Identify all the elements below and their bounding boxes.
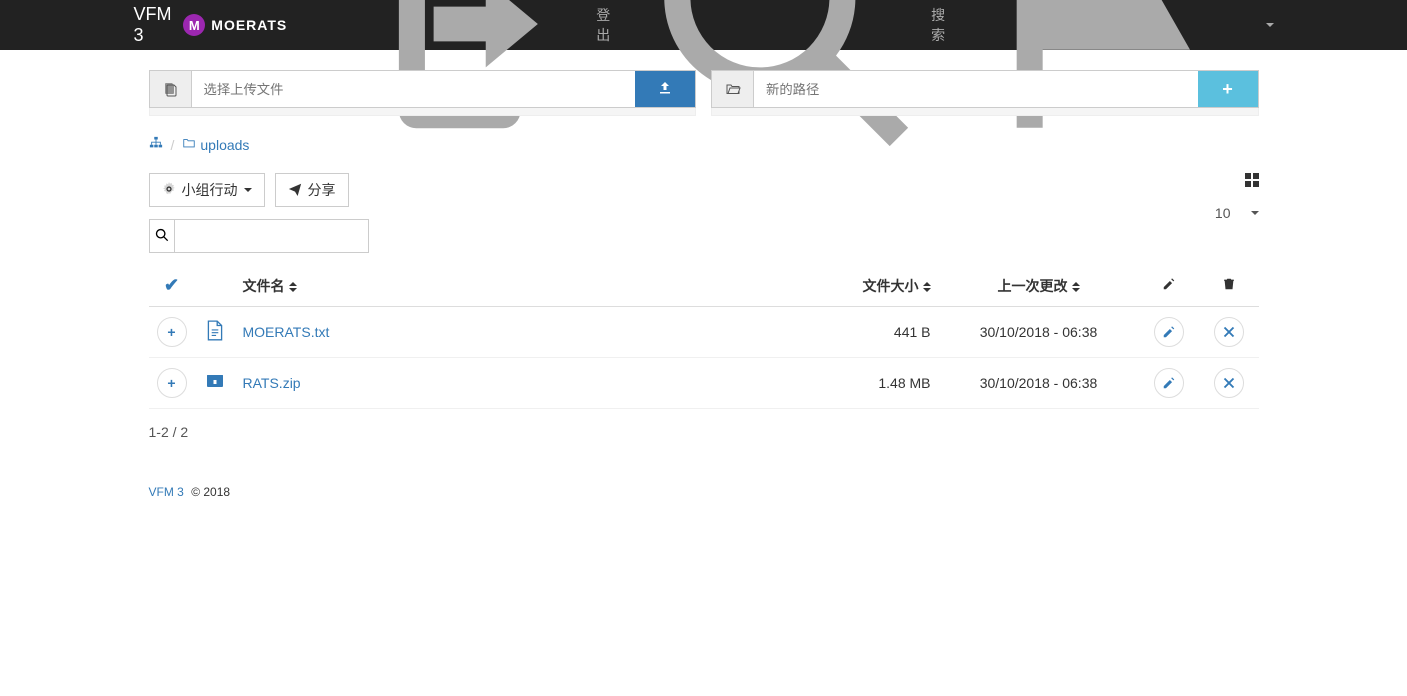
- gear-icon: [162, 182, 176, 199]
- upload-group: [149, 70, 697, 108]
- grid-view-toggle[interactable]: [1245, 173, 1259, 187]
- col-modified[interactable]: 上一次更改: [939, 265, 1139, 307]
- col-edit: [1139, 265, 1199, 307]
- brand-link[interactable]: VFM 3: [134, 4, 184, 46]
- check-icon: ✔: [164, 275, 179, 295]
- files-icon: [150, 71, 192, 107]
- upload-icon: [657, 80, 673, 99]
- file-name-link[interactable]: RATS.zip: [243, 375, 301, 391]
- breadcrumb-current[interactable]: uploads: [182, 136, 249, 153]
- select-all-header[interactable]: ✔: [149, 265, 195, 307]
- folder-open-icon: [182, 136, 196, 153]
- table-row: + RATS.zip 1.48 MB 30/10/2018 - 06:38: [149, 358, 1259, 409]
- page-size-select[interactable]: 10: [1215, 205, 1259, 221]
- delete-button[interactable]: [1214, 368, 1244, 398]
- share-icon: [288, 182, 302, 199]
- breadcrumb-home[interactable]: [149, 136, 163, 153]
- upload-progress: [149, 108, 697, 116]
- file-modified: 30/10/2018 - 06:38: [939, 307, 1139, 358]
- plus-icon: +: [1222, 79, 1233, 100]
- navbar: VFM 3 M MOERATS 登出 搜索: [0, 0, 1407, 50]
- file-name-link[interactable]: MOERATS.txt: [243, 324, 330, 340]
- file-text-icon: [206, 320, 224, 342]
- sitemap-icon: [149, 136, 163, 153]
- upload-file-input[interactable]: [192, 71, 636, 107]
- filter-input[interactable]: [175, 219, 369, 253]
- delete-button[interactable]: [1214, 317, 1244, 347]
- upload-button[interactable]: [635, 71, 695, 107]
- file-table: ✔ 文件名 文件大小 上一次更改 + MOERATS.txt 441 B 30/…: [149, 265, 1259, 409]
- sort-icon: [289, 282, 297, 292]
- sort-icon: [1072, 282, 1080, 292]
- caret-down-icon: [244, 188, 252, 192]
- col-filename[interactable]: 文件名: [235, 265, 759, 307]
- file-size: 1.48 MB: [759, 358, 939, 409]
- file-size: 441 B: [759, 307, 939, 358]
- user-menu[interactable]: M MOERATS: [183, 14, 287, 36]
- group-action-button[interactable]: 小组行动: [149, 173, 265, 207]
- edit-button[interactable]: [1154, 368, 1184, 398]
- caret-down-icon: [1266, 23, 1274, 27]
- col-delete: [1199, 265, 1259, 307]
- share-button[interactable]: 分享: [275, 173, 349, 207]
- col-filesize[interactable]: 文件大小: [759, 265, 939, 307]
- footer: VFM 3 © 2018: [134, 455, 1274, 529]
- search-icon: [155, 228, 169, 245]
- new-folder-group: +: [711, 70, 1259, 108]
- archive-icon: [206, 372, 224, 394]
- folder-open-icon: [712, 71, 754, 107]
- caret-down-icon: [1251, 211, 1259, 215]
- avatar: M: [183, 14, 205, 36]
- sort-icon: [923, 282, 931, 292]
- user-name: MOERATS: [211, 17, 287, 33]
- folder-progress: [711, 108, 1259, 116]
- footer-brand[interactable]: VFM 3: [149, 485, 184, 499]
- select-row-button[interactable]: +: [157, 368, 187, 398]
- edit-icon: [1162, 278, 1176, 294]
- trash-icon: [1222, 278, 1236, 294]
- pagination-info: 1-2 / 2: [149, 424, 1259, 440]
- filter-search-button[interactable]: [149, 219, 175, 253]
- table-row: + MOERATS.txt 441 B 30/10/2018 - 06:38: [149, 307, 1259, 358]
- select-row-button[interactable]: +: [157, 317, 187, 347]
- edit-button[interactable]: [1154, 317, 1184, 347]
- new-folder-button[interactable]: +: [1198, 71, 1258, 107]
- new-folder-input[interactable]: [754, 71, 1198, 107]
- file-modified: 30/10/2018 - 06:38: [939, 358, 1139, 409]
